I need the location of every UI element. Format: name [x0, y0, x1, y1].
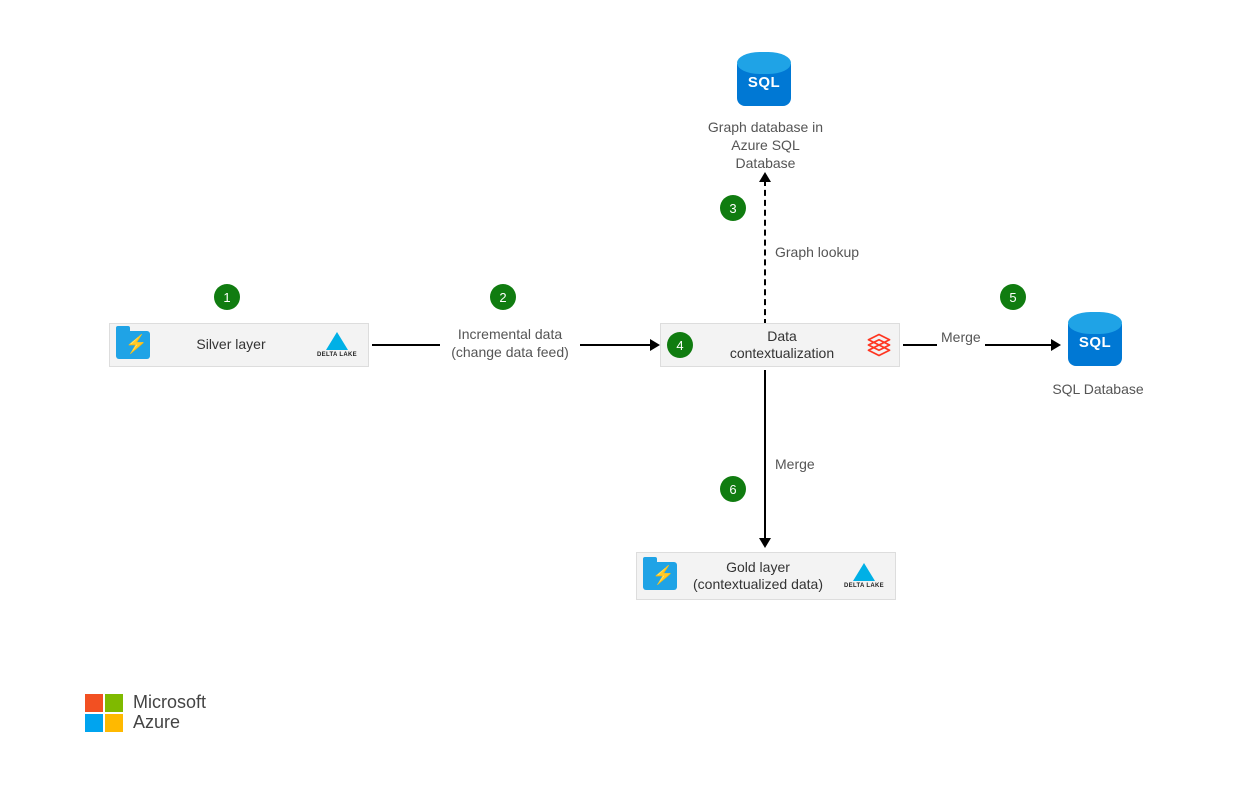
arrow-head-up — [759, 172, 771, 182]
step-6-circle: 6 — [720, 476, 746, 502]
merge-right-label: Merge — [937, 328, 985, 346]
arrow-context-to-gold — [764, 370, 766, 540]
step-4-circle: 4 — [667, 332, 693, 358]
arrow-head-right — [1051, 339, 1061, 351]
graphdb-caption: Graph database in Azure SQL Database — [693, 118, 838, 173]
adls-folder-icon: ⚡ — [643, 562, 677, 590]
silver-layer-node: ⚡ Silver layer DELTA LAKE — [109, 323, 369, 367]
merge-down-label: Merge — [775, 455, 815, 473]
brand-text: Microsoft Azure — [133, 693, 206, 733]
arrow-graph-lookup — [764, 180, 766, 325]
adls-folder-icon: ⚡ — [116, 331, 150, 359]
delta-lake-icon: DELTA LAKE — [312, 326, 362, 364]
microsoft-logo-icon — [85, 694, 123, 732]
context-label: Data contextualization — [699, 328, 865, 363]
incremental-label: Incremental data (change data feed) — [440, 325, 580, 361]
step-2-circle: 2 — [490, 284, 516, 310]
gold-layer-node: ⚡ Gold layer (contextualized data) DELTA… — [636, 552, 896, 600]
step-3-circle: 3 — [720, 195, 746, 221]
step-5-circle: 5 — [1000, 284, 1026, 310]
gold-layer-label: Gold layer (contextualized data) — [677, 559, 839, 594]
sql-database-icon: SQL — [1068, 312, 1122, 372]
silver-layer-label: Silver layer — [150, 336, 312, 354]
step-1-circle: 1 — [214, 284, 240, 310]
sql-database-icon: SQL — [737, 52, 791, 112]
arrow-head-right — [650, 339, 660, 351]
graph-lookup-label: Graph lookup — [775, 243, 859, 261]
delta-lake-icon: DELTA LAKE — [839, 557, 889, 595]
data-contextualization-node: 4 Data contextualization — [660, 323, 900, 367]
sqldb-caption: SQL Database — [1048, 380, 1148, 398]
sql-icon-text: SQL — [737, 74, 791, 91]
microsoft-azure-logo: Microsoft Azure — [85, 693, 206, 733]
databricks-icon — [865, 331, 893, 359]
sql-icon-text: SQL — [1068, 334, 1122, 351]
arrow-head-down — [759, 538, 771, 548]
